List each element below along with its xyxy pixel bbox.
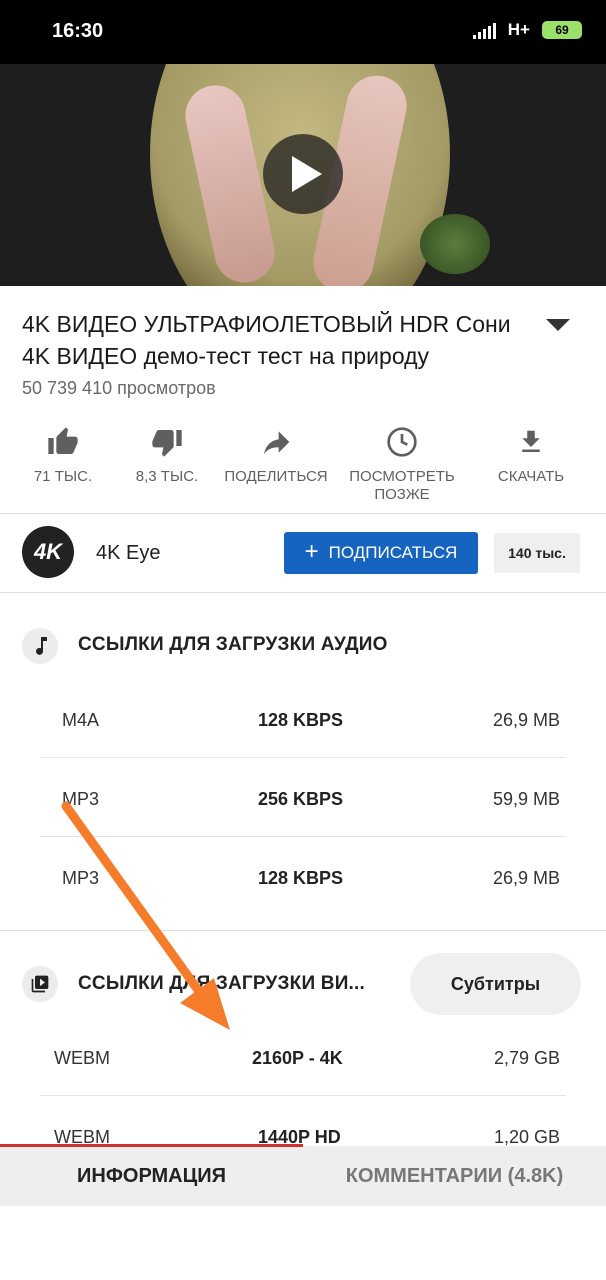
audio-quality: 128 KBPS — [258, 710, 344, 730]
subscribe-label: ПОДПИСАТЬСЯ — [328, 543, 458, 562]
audio-format: MP3 — [62, 789, 100, 809]
audio-link-row[interactable]: MP3 128 KBPS 26,9 MB — [40, 838, 566, 916]
video-player[interactable] — [0, 64, 606, 286]
download-button[interactable]: СКАЧАТЬ — [490, 424, 572, 486]
bottom-blank-area — [0, 1206, 606, 1280]
watch-later-line-2: ПОЗЖЕ — [374, 486, 430, 503]
divider — [0, 930, 606, 931]
subtitles-button[interactable]: Субтитры — [410, 953, 581, 1015]
audio-format: MP3 — [62, 868, 100, 888]
like-count: 71 ТЫС. — [33, 468, 93, 485]
audio-quality: 256 KBPS — [258, 789, 344, 809]
clock: 16:30 — [52, 20, 104, 42]
video-format: WEBM — [54, 1048, 110, 1068]
download-icon — [513, 424, 549, 460]
thumbs-up-icon — [45, 424, 81, 460]
video-title: 4K ВИДЕО УЛЬТРАФИОЛЕТОВЫЙ HDR Сони 4K ВИ… — [22, 311, 511, 369]
channel-avatar[interactable]: 4K — [22, 526, 74, 578]
like-button[interactable]: 71 ТЫС. — [30, 424, 96, 486]
play-button[interactable] — [263, 134, 343, 214]
play-icon — [292, 156, 322, 192]
clock-icon — [384, 424, 420, 460]
chevron-down-icon — [546, 319, 570, 331]
signal-icon — [472, 21, 496, 39]
share-button[interactable]: ПОДЕЛИТЬСЯ — [220, 424, 332, 486]
audio-size: 26,9 MB — [492, 710, 560, 730]
channel-name[interactable]: 4K Eye — [96, 542, 160, 565]
status-bar: 16:30 H+ 69 — [0, 0, 606, 64]
dislike-count: 8,3 ТЫС. — [135, 468, 199, 485]
share-arrow-icon — [258, 424, 294, 460]
tab-comments[interactable]: КОММЕНТАРИИ (4.8K) — [303, 1146, 606, 1206]
watch-later-line-1: ПОСМОТРЕТЬ — [349, 468, 455, 485]
audio-links-title: ССЫЛКИ ДЛЯ ЗАГРУЗКИ АУДИО — [78, 634, 388, 655]
subscribe-button[interactable]: + ПОДПИСАТЬСЯ — [284, 532, 478, 574]
audio-quality: 128 KBPS — [258, 868, 344, 888]
network-type: H+ — [507, 20, 530, 39]
divider — [0, 592, 606, 593]
plus-icon: + — [304, 538, 319, 565]
video-library-icon — [22, 966, 58, 1002]
audio-size: 26,9 MB — [492, 868, 560, 888]
active-tab-indicator — [0, 1144, 303, 1147]
watch-later-button[interactable]: ПОСМОТРЕТЬ ПОЗЖЕ — [346, 424, 458, 504]
battery-level: 69 — [555, 23, 569, 37]
action-bar: 71 ТЫС. 8,3 ТЫС. ПОДЕЛИТЬСЯ ПОСМОТРЕТЬ ПО… — [0, 424, 606, 510]
dislike-button[interactable]: 8,3 ТЫС. — [130, 424, 204, 486]
battery-icon: 69 — [542, 21, 582, 39]
status-indicators: H+ 69 — [472, 20, 582, 40]
video-size: 2,79 GB — [493, 1048, 560, 1068]
thumbs-down-icon — [149, 424, 185, 460]
view-count: 50 739 410 просмотров — [22, 378, 216, 398]
audio-link-row[interactable]: MP3 256 KBPS 59,9 MB — [40, 759, 566, 837]
expand-description-button[interactable] — [546, 316, 574, 336]
tab-info[interactable]: ИНФОРМАЦИЯ — [0, 1146, 303, 1206]
channel-avatar-logo: 4K — [33, 539, 63, 564]
video-link-row[interactable]: WEBM 2160P - 4K 2,79 GB — [40, 1018, 566, 1096]
share-label: ПОДЕЛИТЬСЯ — [224, 468, 328, 485]
video-thumbnail-detail — [420, 214, 490, 274]
watch-later-label: ПОСМОТРЕТЬ ПОЗЖЕ — [349, 468, 454, 504]
download-label: СКАЧАТЬ — [497, 468, 565, 485]
audio-size: 59,9 MB — [492, 789, 560, 809]
video-quality: 2160P - 4K — [252, 1048, 343, 1068]
video-size: 1,20 GB — [493, 1127, 560, 1147]
audio-format: M4A — [62, 710, 100, 730]
divider — [0, 513, 606, 514]
video-links-title: ССЫЛКИ ДЛЯ ЗАГРУЗКИ ВИ... — [78, 973, 365, 994]
music-note-icon — [22, 628, 58, 664]
bottom-tab-bar: ИНФОРМАЦИЯ КОММЕНТАРИИ (4.8K) — [0, 1146, 606, 1206]
audio-link-row[interactable]: M4A 128 KBPS 26,9 MB — [40, 680, 566, 758]
subscriber-count: 140 тыс. — [494, 533, 580, 573]
